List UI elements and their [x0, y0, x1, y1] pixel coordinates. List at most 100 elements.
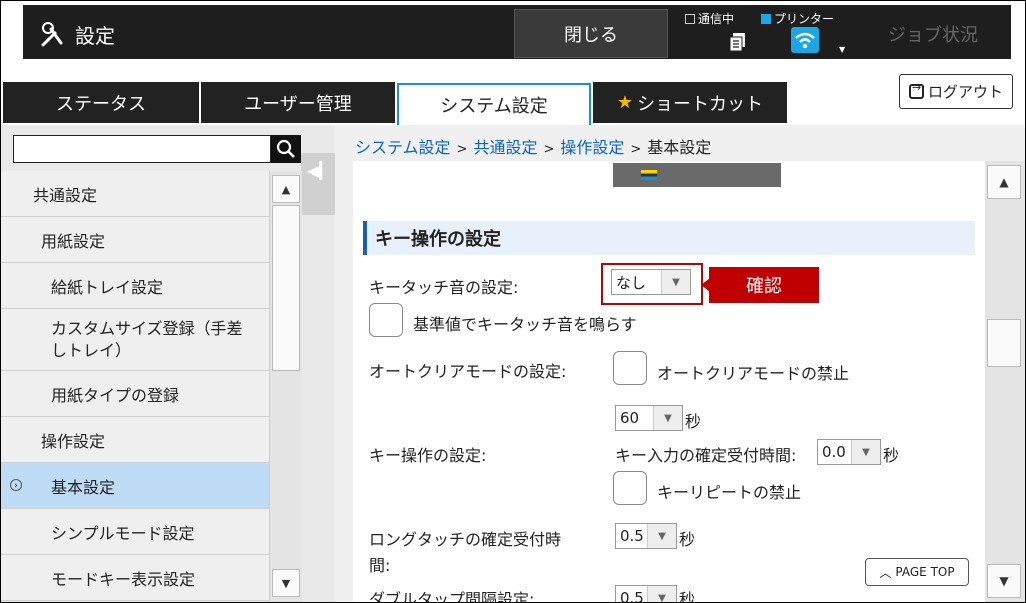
main-scrollbar[interactable]: ▲ ▼	[985, 161, 1025, 602]
app-title: 設定	[75, 24, 115, 48]
logout-button[interactable]: ログアウト	[899, 74, 1013, 109]
close-button[interactable]: 閉じる	[514, 9, 668, 58]
header: 設定 閉じる 通信中 プリンター ▼ ジョブ状況	[1, 1, 1025, 63]
sidebar-item-basic-settings[interactable]: › 基本設定	[1, 463, 269, 509]
sidebar-item-custom-size[interactable]: カスタムサイズ登録（手差しトレイ）	[1, 309, 269, 371]
page-top-button[interactable]: ︿ PAGE TOP	[865, 558, 969, 586]
sidebar-scroll-thumb[interactable]	[272, 205, 300, 371]
seconds-unit: 秒	[679, 530, 696, 549]
sidebar-item-label: 共通設定	[33, 185, 98, 205]
select-value: 0.5	[620, 527, 644, 545]
key-operation-label: キー操作の設定:	[369, 446, 487, 465]
sidebar-item-label: シンプルモード設定	[51, 523, 195, 543]
seconds-unit: 秒	[685, 412, 702, 431]
chevron-up-icon: ︿	[879, 565, 892, 580]
auto-clear-prohibit-label: オートクリアモードの禁止	[657, 364, 850, 383]
device-status: 通信中 プリンター ▼	[683, 7, 853, 61]
reference-sound-checkbox[interactable]	[369, 303, 403, 337]
collapse-left-icon[interactable]: ◀▎	[307, 161, 332, 180]
breadcrumb-system-settings[interactable]: システム設定	[355, 138, 451, 157]
tab-user-management[interactable]: ユーザー管理	[201, 82, 395, 123]
seconds-unit: 秒	[883, 446, 900, 465]
printer-status: プリンター	[761, 10, 834, 27]
star-icon: ★	[616, 92, 634, 113]
select-value: なし	[616, 273, 647, 292]
seconds-unit: 秒	[679, 590, 696, 602]
auto-clear-prohibit-checkbox[interactable]	[613, 351, 647, 385]
key-touch-sound-label: キータッチ音の設定:	[369, 278, 519, 297]
window: 設定 閉じる 通信中 プリンター ▼ ジョブ状況 ステータス ユーザー管理 シス…	[0, 0, 1026, 603]
document-queue-icon[interactable]	[727, 31, 749, 53]
breadcrumb: システム設定 > 共通設定 > 操作設定 > 基本設定	[355, 134, 711, 158]
tab-system-settings[interactable]: システム設定	[397, 83, 591, 125]
key-input-confirm-select[interactable]: 0.0 ▼	[817, 439, 881, 465]
sidebar-item-operation-settings[interactable]: 操作設定	[1, 417, 269, 463]
sidebar-item-paper-tray[interactable]: 給紙トレイ設定	[1, 263, 269, 309]
sidebar-item-label: 給紙トレイ設定	[51, 277, 164, 297]
logout-icon	[908, 81, 924, 99]
scroll-up-icon[interactable]: ▲	[272, 175, 300, 203]
chevron-down-icon: ▼	[647, 524, 676, 548]
search-icon	[276, 139, 295, 158]
key-touch-sound-select[interactable]: なし ▼	[611, 269, 691, 295]
reference-sound-label: 基準値でキータッチ音を鳴らす	[413, 315, 637, 334]
sidebar-item-label: 用紙タイプの登録	[51, 385, 180, 405]
comm-status: 通信中	[685, 10, 734, 27]
settings-content: キー操作の設定 キータッチ音の設定: なし ▼ 確認 基準値でキータッチ音を鳴ら…	[353, 161, 985, 602]
breadcrumb-current: 基本設定	[647, 138, 712, 157]
tab-status[interactable]: ステータス	[3, 82, 199, 123]
breadcrumb-common-settings[interactable]: 共通設定	[473, 138, 537, 157]
sidebar-item-label: モードキー表示設定	[51, 569, 196, 589]
sidebar-menu: 共通設定 用紙設定 給紙トレイ設定 カスタムサイズ登録（手差しトレイ） 用紙タイ…	[1, 171, 269, 601]
sidebar: ◀▎ 共通設定 用紙設定 給紙トレイ設定 カスタムサイズ登録（手差しトレイ） 用…	[1, 125, 335, 602]
printer-indicator-icon	[761, 13, 771, 24]
tab-shortcut[interactable]: ★ ショートカット	[593, 82, 787, 123]
tab-shortcut-label: ショートカット	[637, 93, 764, 115]
sidebar-item-mode-key[interactable]: モードキー表示設定	[1, 555, 269, 601]
comm-status-label: 通信中	[698, 12, 735, 26]
auto-clear-label: オートクリアモードの設定:	[369, 362, 567, 381]
tools-icon	[41, 22, 63, 47]
breadcrumb-operation-settings[interactable]: 操作設定	[560, 138, 624, 157]
search-button[interactable]	[271, 135, 301, 163]
long-touch-select[interactable]: 0.5 ▼	[615, 523, 677, 549]
sidebar-item-label: 用紙設定	[41, 231, 106, 251]
key-repeat-prohibit-checkbox[interactable]	[613, 471, 647, 505]
printer-status-label: プリンター	[774, 12, 835, 26]
selected-indicator-icon: ›	[10, 479, 22, 491]
long-touch-label: ロングタッチの確定受付時	[369, 530, 562, 549]
main-scroll-thumb[interactable]	[987, 319, 1021, 367]
sidebar-scrollbar[interactable]: ▲ ▼	[269, 171, 302, 602]
scroll-down-icon[interactable]: ▼	[987, 564, 1021, 598]
sidebar-item-paper-settings[interactable]: 用紙設定	[1, 217, 269, 263]
scroll-up-icon[interactable]: ▲	[987, 165, 1021, 199]
chevron-down-icon: ▼	[661, 270, 690, 294]
sidebar-item-label: 基本設定	[51, 477, 116, 497]
comm-indicator-icon	[685, 13, 695, 24]
job-status-button[interactable]: ジョブ状況	[858, 9, 1008, 58]
preview-image	[613, 163, 781, 187]
sidebar-item-paper-type[interactable]: 用紙タイプの登録	[1, 371, 269, 417]
status-dropdown-icon[interactable]: ▼	[839, 45, 845, 54]
select-value: 0.0	[822, 443, 846, 461]
chevron-down-icon: ▼	[647, 586, 676, 602]
tab-bar: ステータス ユーザー管理 システム設定 ★ ショートカット ログアウト	[1, 63, 1025, 186]
key-input-confirm-label: キー入力の確定受付時間:	[615, 446, 797, 465]
search-input[interactable]	[13, 135, 271, 163]
double-tap-select[interactable]: 0.5 ▼	[615, 585, 677, 602]
page-top-label: PAGE TOP	[895, 565, 955, 579]
breadcrumb-separator: >	[630, 142, 642, 157]
confirm-callout: 確認	[709, 267, 819, 303]
auto-clear-time-select[interactable]: 60 ▼	[615, 405, 683, 431]
section-title: キー操作の設定	[363, 221, 975, 255]
logout-label: ログアウト	[927, 83, 1003, 101]
key-repeat-prohibit-label: キーリピートの禁止	[657, 483, 802, 502]
wifi-icon[interactable]	[791, 27, 819, 53]
sidebar-item-simple-mode[interactable]: シンプルモード設定	[1, 509, 269, 555]
long-touch-label-2: 間:	[369, 556, 391, 575]
breadcrumb-separator: >	[456, 142, 468, 157]
breadcrumb-separator: >	[543, 142, 555, 157]
sidebar-item-common-settings[interactable]: 共通設定	[1, 171, 269, 217]
scroll-down-icon[interactable]: ▼	[272, 569, 300, 597]
sidebar-item-label: 操作設定	[41, 431, 106, 451]
